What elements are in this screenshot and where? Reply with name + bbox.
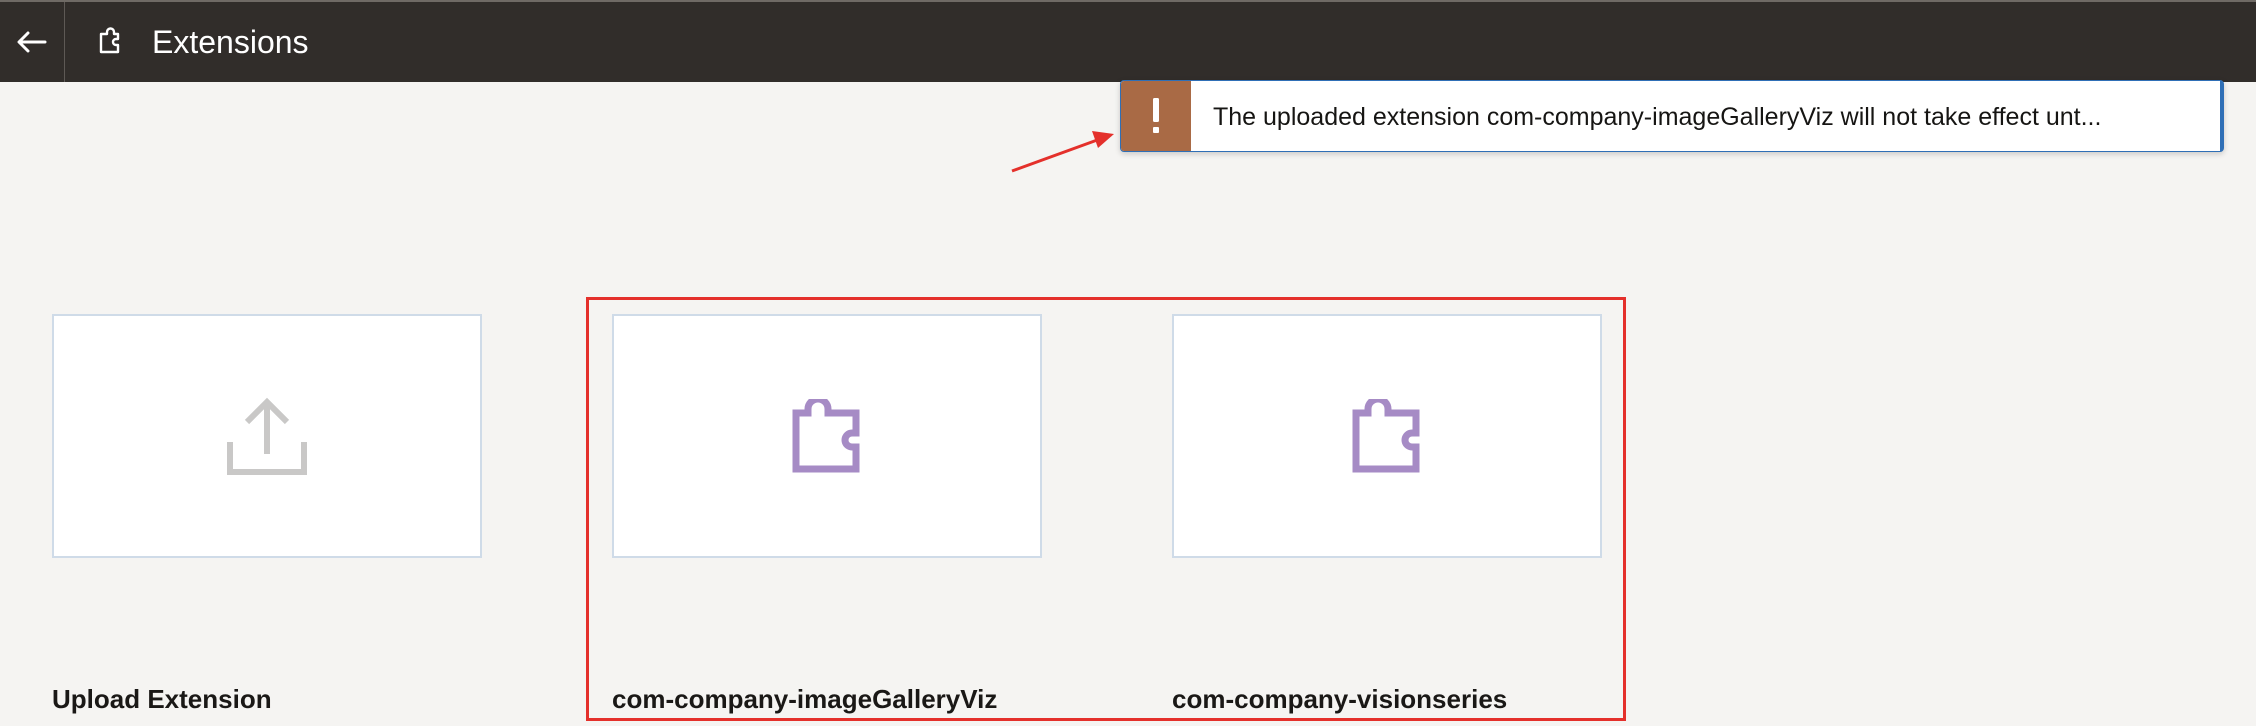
exclamation-icon (1153, 98, 1159, 133)
notification-message: The uploaded extension com-company-image… (1213, 103, 2102, 131)
upload-icon (227, 397, 307, 475)
upload-notification[interactable]: The uploaded extension com-company-image… (1120, 80, 2224, 152)
upload-extension-label: Upload Extension (52, 684, 272, 714)
annotation-highlight-box (586, 297, 1626, 721)
warning-badge (1121, 81, 1191, 151)
upload-extension-card[interactable] (52, 314, 482, 558)
annotation-arrow (1011, 131, 1114, 173)
